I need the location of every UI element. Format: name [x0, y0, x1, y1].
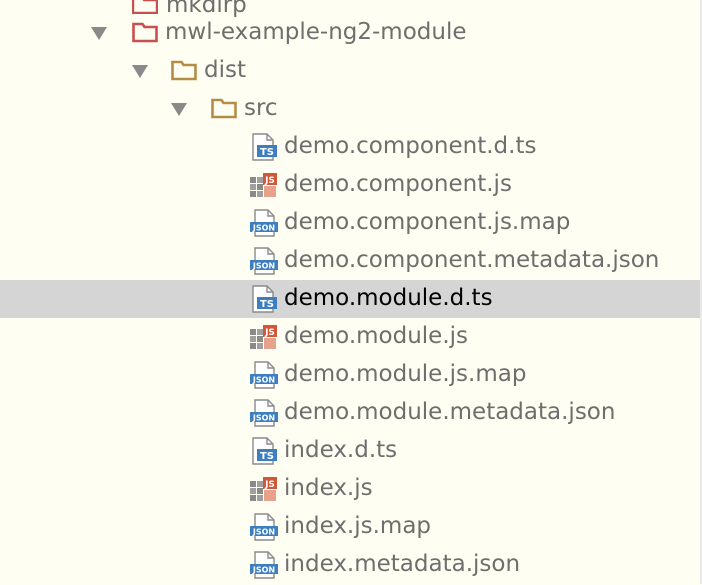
tree-row-dist[interactable]: dist [0, 52, 702, 90]
folder-icon [171, 59, 197, 87]
tree-row-file[interactable]: JS index.js [0, 470, 702, 508]
tree-row-file[interactable]: JS demo.module.js [0, 318, 702, 356]
tree-row-file[interactable]: TS demo.module.d.ts [0, 280, 702, 318]
typescript-file-icon: TS [249, 133, 279, 167]
svg-text:JSON: JSON [252, 528, 275, 537]
tree-row-file[interactable]: TS demo.component.d.ts [0, 128, 702, 166]
svg-text:JS: JS [264, 176, 275, 186]
json-file-icon: JSON [249, 361, 279, 395]
tree-row-file[interactable]: JSON demo.module.js.map [0, 356, 702, 394]
tree-row-label: src [244, 95, 278, 121]
svg-text:TS: TS [260, 299, 274, 310]
svg-text:JSON: JSON [252, 224, 275, 233]
json-file-icon: JSON [249, 209, 279, 243]
project-tree: mkdirp mwl-example-ng2-module dist src T… [0, 0, 702, 584]
javascript-file-icon: JS [249, 475, 279, 509]
svg-text:JSON: JSON [252, 414, 275, 423]
svg-text:TS: TS [260, 147, 274, 158]
json-file-icon: JSON [249, 247, 279, 281]
tree-row-file[interactable]: JS demo.component.js [0, 166, 702, 204]
folder-icon [211, 97, 237, 125]
tree-row-label: index.metadata.json [284, 551, 521, 577]
svg-text:JS: JS [264, 328, 275, 338]
expand-arrow-icon[interactable] [171, 103, 187, 116]
tree-row-label: demo.component.d.ts [284, 133, 537, 159]
json-file-icon: JSON [249, 551, 279, 585]
tree-row-file[interactable]: JSON demo.component.js.map [0, 204, 702, 242]
expand-arrow-icon[interactable] [91, 27, 107, 40]
tree-row-file[interactable]: JSON index.metadata.json [0, 546, 702, 584]
javascript-file-icon: JS [249, 323, 279, 357]
tree-row-label: demo.module.js [284, 323, 469, 349]
typescript-file-icon: TS [249, 437, 279, 471]
module-folder-icon [132, 21, 158, 49]
tree-row-label: index.js [284, 475, 373, 501]
tree-row-file[interactable]: JSON demo.component.metadata.json [0, 242, 702, 280]
typescript-file-icon: TS [249, 285, 279, 319]
tree-row-label: mwl-example-ng2-module [165, 19, 467, 45]
tree-row-module[interactable]: mwl-example-ng2-module [0, 14, 702, 52]
tree-row-label: demo.module.d.ts [284, 285, 493, 311]
svg-text:JS: JS [264, 480, 275, 490]
json-file-icon: JSON [249, 513, 279, 547]
tree-row-file[interactable]: JSON demo.module.metadata.json [0, 394, 702, 432]
svg-text:JSON: JSON [252, 376, 275, 385]
tree-row-label: demo.component.js [284, 171, 512, 197]
tree-row-file[interactable]: TS index.d.ts [0, 432, 702, 470]
tree-row-label: demo.component.metadata.json [284, 247, 660, 273]
expand-arrow-icon[interactable] [132, 65, 148, 78]
tree-row-label: demo.module.js.map [284, 361, 527, 387]
tree-row-label: index.js.map [284, 513, 432, 539]
tree-row-label: demo.module.metadata.json [284, 399, 616, 425]
tree-row-label: demo.component.js.map [284, 209, 571, 235]
javascript-file-icon: JS [249, 171, 279, 205]
tree-row-src[interactable]: src [0, 90, 702, 128]
svg-text:JSON: JSON [252, 566, 275, 575]
tree-row-label: dist [204, 57, 246, 83]
svg-text:JSON: JSON [252, 262, 275, 271]
tree-row-file[interactable]: JSON index.js.map [0, 508, 702, 546]
svg-text:TS: TS [260, 451, 274, 462]
json-file-icon: JSON [249, 399, 279, 433]
tree-row-label: index.d.ts [284, 437, 398, 463]
